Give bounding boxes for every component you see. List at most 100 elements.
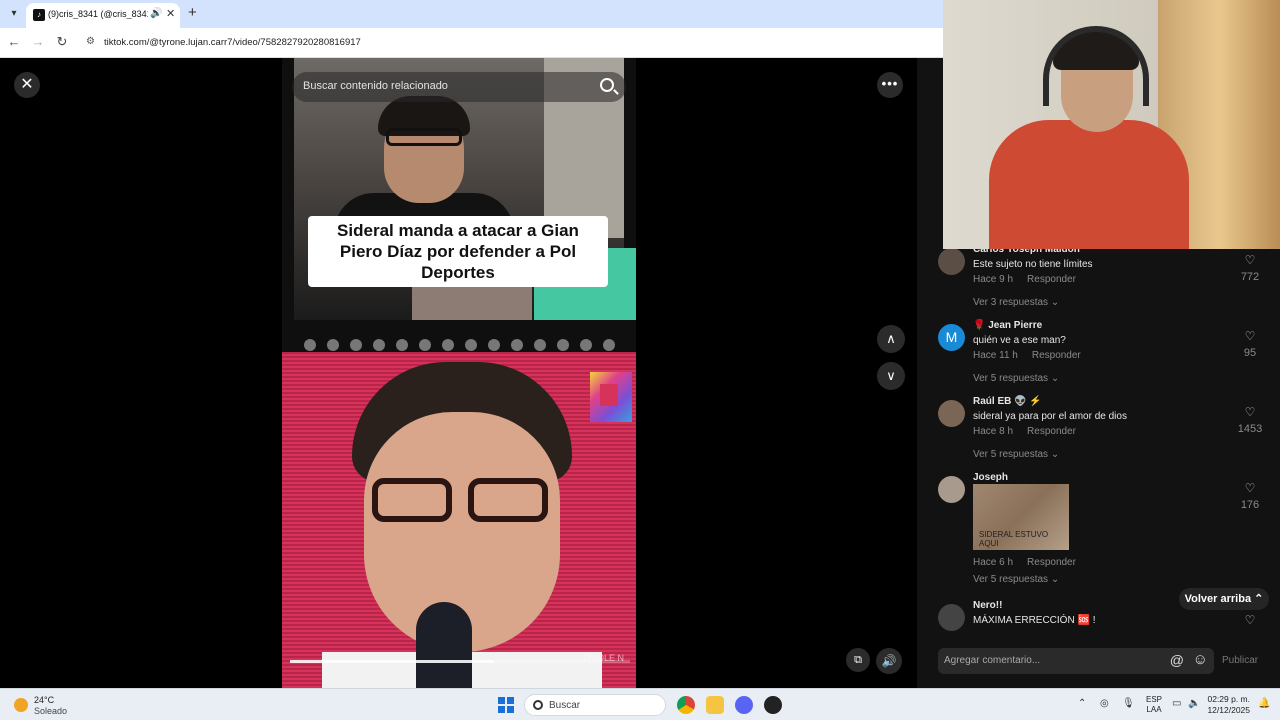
close-tab-icon[interactable]: ✕ — [166, 7, 175, 20]
chevron-up-icon[interactable]: ⌃ — [1078, 698, 1086, 709]
comment-image[interactable]: SIDERAL ESTUVO AQUI — [973, 484, 1069, 550]
reply-link[interactable]: Responder — [1027, 426, 1076, 437]
picture-in-picture-icon[interactable]: ⧉ — [846, 648, 870, 672]
microphone-icon[interactable]: 🎙 — [1122, 698, 1135, 709]
comments-list[interactable]: Carlos Yoseph Maldon Este sujeto no tien… — [917, 238, 1280, 633]
heart-icon[interactable]: ♡ — [1242, 481, 1258, 495]
comment-user[interactable]: Raúl EB 👽 ⚡ — [973, 396, 1042, 407]
comment-text: quién ve a ese man? — [973, 335, 1066, 346]
video-bottom-frame — [282, 352, 636, 688]
view-replies-link[interactable]: Ver 5 respuestas ⌄ — [973, 574, 1059, 585]
heart-icon[interactable]: ♡ — [1242, 329, 1258, 343]
comment-image-text: SIDERAL ESTUVO AQUI — [979, 530, 1049, 548]
heart-icon[interactable]: ♡ — [1242, 405, 1258, 419]
site-info-icon[interactable]: ⚙ — [86, 36, 95, 47]
related-search-input[interactable]: Buscar contenido relacionado — [292, 72, 626, 102]
like-count: 95 — [1243, 347, 1257, 359]
webcam-overlay — [943, 0, 1280, 249]
file-explorer-icon[interactable] — [706, 696, 724, 714]
network-icon[interactable]: ◎ — [1100, 698, 1109, 709]
comment-time: Hace 8 h — [973, 426, 1014, 437]
speaker-icon[interactable]: 🔊 — [150, 8, 162, 19]
language-line2: LAA — [1146, 705, 1162, 714]
forward-arrow-icon[interactable]: → — [30, 34, 46, 49]
search-icon[interactable] — [600, 78, 614, 92]
reply-link[interactable]: Responder — [1027, 557, 1076, 568]
view-replies-label: Ver 3 respuestas — [973, 297, 1049, 308]
address-bar[interactable]: ⚙ tiktok.com/@tyrone.lujan.carr7/video/7… — [80, 32, 940, 54]
mention-icon[interactable]: @ — [1170, 652, 1184, 668]
view-replies-label: Ver 5 respuestas — [973, 449, 1049, 460]
view-replies-link[interactable]: Ver 3 respuestas ⌄ — [973, 297, 1059, 308]
weather-description[interactable]: Soleado — [34, 706, 67, 716]
comment-user[interactable]: 🌹 Jean Pierre — [973, 320, 1042, 331]
video-progress-bar[interactable] — [290, 660, 630, 663]
avatar[interactable] — [938, 604, 965, 631]
comment-time: Hace 11 h — [973, 350, 1018, 361]
avatar[interactable] — [938, 400, 965, 427]
weather-temperature[interactable]: 24°C — [34, 695, 54, 705]
back-to-top-label: Volver arriba — [1184, 593, 1252, 605]
video-microphone — [416, 602, 472, 688]
next-video-button[interactable]: ∨ — [877, 362, 905, 390]
comment-input[interactable]: Agregar comentario... @ ☺ — [938, 648, 1214, 674]
webcam-person-shirt — [989, 120, 1189, 249]
volume-icon[interactable]: 🔈 — [1188, 698, 1200, 709]
video-person-glasses — [386, 128, 462, 146]
sun-icon[interactable] — [14, 698, 28, 712]
like-count: 1453 — [1237, 423, 1263, 435]
reply-link[interactable]: Responder — [1027, 274, 1076, 285]
language-indicator[interactable]: ESP LAA — [1146, 695, 1162, 715]
view-replies-label: Ver 5 respuestas — [973, 373, 1049, 384]
clock-date: 12/12/2025 — [1207, 705, 1250, 715]
tiktok-favicon-icon: ♪ — [33, 9, 45, 21]
reply-link[interactable]: Responder — [1032, 350, 1081, 361]
reload-icon[interactable]: ↻ — [54, 34, 70, 50]
publish-button[interactable]: Publicar — [1222, 655, 1258, 666]
comment-time: Hace 9 h — [973, 274, 1014, 285]
back-to-top-button[interactable]: Volver arriba ⌃ — [1179, 588, 1269, 610]
discord-icon[interactable] — [735, 696, 753, 714]
avatar[interactable] — [938, 248, 965, 275]
comment-input-placeholder: Agregar comentario... — [944, 655, 1041, 666]
heart-icon[interactable]: ♡ — [1242, 613, 1258, 627]
comment-meta: Hace 11 h Responder — [973, 350, 1081, 361]
avatar[interactable]: M — [938, 324, 965, 351]
address-url: tiktok.com/@tyrone.lujan.carr7/video/758… — [104, 37, 361, 48]
taskbar-search[interactable]: Buscar — [524, 694, 666, 716]
comment-meta: Hace 8 h Responder — [973, 426, 1076, 437]
comment-user[interactable]: Joseph — [973, 472, 1008, 483]
new-tab-button[interactable]: + — [188, 5, 197, 21]
avatar[interactable] — [938, 476, 965, 503]
like-count: 176 — [1240, 499, 1260, 511]
emoji-icon[interactable]: ☺ — [1193, 651, 1208, 668]
clock[interactable]: 02:29 p. m. 12/12/2025 — [1206, 694, 1250, 716]
video-player[interactable]: Sideral manda a atacar a Gian Piero Díaz… — [282, 58, 636, 688]
chrome-icon[interactable] — [677, 696, 695, 714]
previous-video-button[interactable]: ∧ — [877, 325, 905, 353]
comment-text: MÁXIMA ERRECCIÓN 🆘 ! — [973, 615, 1096, 626]
clock-time: 02:29 p. m. — [1207, 694, 1250, 704]
tab-title: (9)cris_8341 (@cris_8341) | — [48, 9, 148, 19]
view-replies-label: Ver 5 respuestas — [973, 574, 1049, 585]
windows-start-icon[interactable] — [498, 697, 514, 713]
comment-time: Hace 6 h — [973, 557, 1014, 568]
language-line1: ESP — [1146, 695, 1163, 704]
video-progress-fill — [290, 660, 494, 663]
more-options-button[interactable]: ••• — [877, 72, 903, 98]
video-caption: Sideral manda a atacar a Gian Piero Díaz… — [308, 216, 608, 287]
close-video-button[interactable]: ✕ — [14, 72, 40, 98]
view-replies-link[interactable]: Ver 5 respuestas ⌄ — [973, 449, 1059, 460]
tab-list-icon[interactable]: ▾ — [6, 6, 22, 22]
heart-icon[interactable]: ♡ — [1242, 253, 1258, 267]
back-arrow-icon[interactable]: ← — [6, 34, 22, 49]
video-overlay-text: ZIVOLE N — [582, 653, 624, 663]
view-replies-link[interactable]: Ver 5 respuestas ⌄ — [973, 373, 1059, 384]
display-icon[interactable]: ▭ — [1172, 698, 1181, 709]
notification-icon[interactable]: 🔔 — [1258, 698, 1270, 709]
video-host-glasses — [372, 478, 552, 526]
browser-tab[interactable]: ♪ (9)cris_8341 (@cris_8341) | 🔊 ✕ — [26, 3, 180, 28]
volume-icon[interactable]: 🔊 — [876, 648, 902, 674]
obs-icon[interactable] — [764, 696, 782, 714]
comment-user[interactable]: Nero!! — [973, 600, 1002, 611]
